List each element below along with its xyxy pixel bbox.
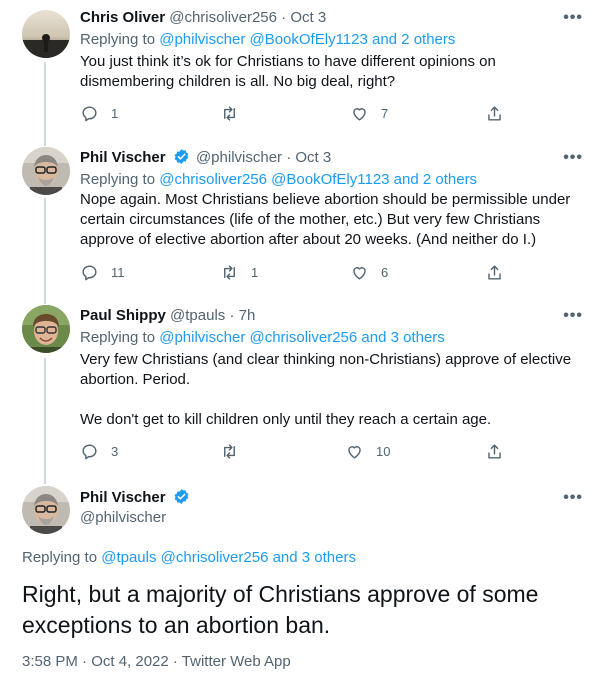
like-count: 7 <box>381 106 389 121</box>
share-icon <box>488 444 501 459</box>
replying-to-mentions[interactable]: @tpauls @chrisoliver256 and 3 others <box>101 549 356 566</box>
avatar[interactable] <box>22 147 70 195</box>
more-options-button[interactable]: ••• <box>563 150 583 166</box>
tweet-paul-shippy[interactable]: Paul Shippy @tpauls · 7h ••• Replying to… <box>0 300 605 478</box>
retweet-icon <box>224 106 235 121</box>
reply-button[interactable]: 1 <box>80 104 118 123</box>
like-count: 10 <box>376 444 391 459</box>
avatar[interactable] <box>22 305 70 353</box>
more-options-button[interactable]: ••• <box>563 490 583 506</box>
replying-to-mentions[interactable]: @philvischer @chrisoliver256 and 3 other… <box>159 329 445 346</box>
replying-to-label: Replying to <box>80 31 156 48</box>
like-button[interactable]: 6 <box>350 263 388 282</box>
more-options-button[interactable]: ••• <box>563 308 583 324</box>
reply-count: 1 <box>111 106 119 121</box>
reply-count: 3 <box>111 444 119 459</box>
retweet-button[interactable] <box>220 104 251 123</box>
avatar[interactable] <box>22 10 70 58</box>
tweet-header: Paul Shippy @tpauls · 7h <box>80 306 255 326</box>
share-button[interactable] <box>485 263 504 282</box>
like-button[interactable]: 7 <box>350 104 388 123</box>
tweet-text: Nope again. Most Christians believe abor… <box>80 191 571 248</box>
tweet-header: Phil Vischer @philvischer · Oct 3 <box>80 148 331 168</box>
handle[interactable]: @philvischer <box>80 508 166 528</box>
separator: · <box>281 9 287 26</box>
retweet-count: 1 <box>251 265 259 280</box>
reply-icon <box>82 265 97 281</box>
tweet-actions: 11 1 6 <box>80 263 520 283</box>
thread-line <box>44 478 46 484</box>
reply-button[interactable]: 3 <box>80 442 118 461</box>
reply-icon <box>82 106 97 122</box>
tweet-meta[interactable]: 3:58 PM · Oct 4, 2022 · Twitter Web App <box>22 653 291 670</box>
display-name[interactable]: Chris Oliver <box>80 9 165 26</box>
separator: · <box>229 307 235 324</box>
share-button[interactable] <box>485 104 504 123</box>
retweet-button[interactable]: 1 <box>220 263 258 282</box>
display-name[interactable]: Phil Vischer <box>80 149 166 166</box>
thread-line <box>44 140 46 146</box>
main-tweet-text: Right, but a majority of Christians appr… <box>22 581 539 638</box>
verified-badge-icon <box>174 149 189 164</box>
replying-to: Replying to @tpauls @chrisoliver256 and … <box>22 549 356 566</box>
display-name[interactable]: Phil Vischer <box>80 489 166 506</box>
heart-icon <box>353 108 366 121</box>
replying-to-label: Replying to <box>80 171 156 188</box>
share-icon <box>488 106 501 121</box>
share-button[interactable] <box>485 442 504 461</box>
reply-button[interactable]: 11 <box>80 263 125 282</box>
tweet-chris-oliver[interactable]: Chris Oliver @chrisoliver256 · Oct 3 •••… <box>0 0 605 140</box>
timestamp[interactable]: Oct 3 <box>290 9 326 26</box>
tweet-actions: 3 10 <box>80 442 520 462</box>
replying-to-label: Replying to <box>80 329 156 346</box>
replying-to-mentions[interactable]: @philvischer @BookOfEly1123 and 2 others <box>159 31 455 48</box>
handle[interactable]: @chrisoliver256 <box>169 9 277 26</box>
retweet-icon <box>224 265 235 280</box>
tweet-text: Very few Christians (and clear thinking … <box>80 351 572 428</box>
verified-badge-icon <box>174 489 189 504</box>
handle[interactable]: @philvischer <box>196 149 282 166</box>
heart-icon <box>353 267 366 280</box>
replying-to: Replying to @philvischer @BookOfEly1123 … <box>80 30 455 50</box>
replying-to: Replying to @chrisoliver256 @BookOfEly11… <box>80 170 477 190</box>
tweet-actions: 1 7 <box>80 104 520 124</box>
thread-line <box>44 62 46 140</box>
timestamp[interactable]: 7h <box>239 307 256 324</box>
share-icon <box>488 265 501 280</box>
reply-count: 11 <box>111 265 125 280</box>
tweet-header: Chris Oliver @chrisoliver256 · Oct 3 <box>80 8 326 28</box>
reply-icon <box>82 444 97 460</box>
replying-to-mentions[interactable]: @chrisoliver256 @BookOfEly1123 and 2 oth… <box>159 171 477 188</box>
retweet-button[interactable] <box>220 442 251 461</box>
handle[interactable]: @tpauls <box>170 307 225 324</box>
replying-to: Replying to @philvischer @chrisoliver256… <box>80 328 445 348</box>
avatar[interactable] <box>22 486 70 534</box>
thread-line <box>44 198 46 300</box>
thread-line <box>44 300 46 304</box>
retweet-icon <box>224 444 235 459</box>
thread-line <box>44 358 46 478</box>
separator: · <box>286 149 292 166</box>
main-tweet-name-row: Phil Vischer <box>80 488 192 508</box>
like-button[interactable]: 10 <box>345 442 390 461</box>
more-options-button[interactable]: ••• <box>563 10 583 26</box>
heart-icon <box>348 446 361 459</box>
tweet-text: You just think it’s ok for Christians to… <box>80 53 496 90</box>
like-count: 6 <box>381 265 389 280</box>
tweet-phil-vischer[interactable]: Phil Vischer @philvischer · Oct 3 ••• Re… <box>0 140 605 300</box>
display-name[interactable]: Paul Shippy <box>80 307 166 324</box>
replying-to-label: Replying to <box>22 549 98 566</box>
timestamp[interactable]: Oct 3 <box>295 149 331 166</box>
